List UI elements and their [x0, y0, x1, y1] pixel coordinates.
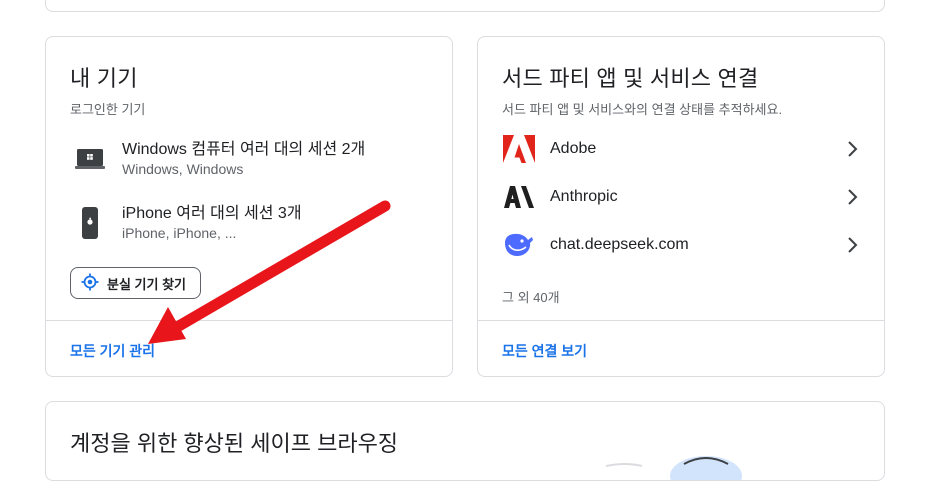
device-name: Windows 컴퓨터 여러 대의 세션 2개 [122, 141, 366, 158]
card-divider [46, 320, 452, 321]
chevron-right-icon [848, 141, 858, 157]
device-item-iphone[interactable]: iPhone 여러 대의 세션 3개 iPhone, iPhone, ... [70, 203, 430, 253]
device-item-windows[interactable]: Windows 컴퓨터 여러 대의 세션 2개 Windows, Windows [70, 139, 430, 189]
third-party-card-title: 서드 파티 앱 및 서비스 연결 [502, 66, 759, 91]
find-lost-device-label: 분실 기기 찾기 [107, 276, 186, 292]
phone-apple-icon [70, 203, 110, 243]
adobe-logo-icon [502, 132, 536, 166]
device-name: iPhone 여러 대의 세션 3개 [122, 205, 302, 222]
anthropic-logo-icon [502, 180, 536, 214]
chevron-right-icon [848, 189, 858, 205]
chevron-right-icon [848, 237, 858, 253]
card-divider [478, 320, 884, 321]
more-connections-count: 그 외 40개 [502, 290, 560, 305]
deepseek-logo-icon [502, 228, 536, 262]
service-item-deepseek[interactable]: chat.deepseek.com [502, 227, 862, 263]
service-name: Adobe [550, 140, 597, 157]
view-all-connections-link[interactable]: 모든 연결 보기 [502, 341, 587, 361]
third-party-card: 서드 파티 앱 및 서비스 연결 서드 파티 앱 및 서비스와의 연결 상태를 … [477, 36, 885, 377]
safe-browsing-card: 계정을 위한 향상된 세이프 브라우징 [45, 401, 885, 481]
device-meta: Windows, Windows [122, 161, 244, 177]
devices-card: 내 기기 로그인한 기기 Windows 컴퓨터 여러 대의 세션 2개 Win… [45, 36, 453, 377]
service-item-adobe[interactable]: Adobe [502, 131, 862, 167]
device-meta: iPhone, iPhone, ... [122, 225, 237, 241]
manage-all-devices-link[interactable]: 모든 기기 관리 [70, 341, 155, 361]
service-name: Anthropic [550, 188, 618, 205]
location-target-icon [81, 273, 99, 294]
devices-card-subtitle: 로그인한 기기 [70, 102, 146, 117]
safe-browsing-illustration [606, 456, 742, 480]
devices-card-title: 내 기기 [70, 66, 138, 91]
laptop-windows-icon [70, 139, 110, 179]
find-lost-device-button[interactable]: 분실 기기 찾기 [70, 267, 201, 299]
third-party-card-subtitle: 서드 파티 앱 및 서비스와의 연결 상태를 추적하세요. [502, 102, 783, 117]
service-name: chat.deepseek.com [550, 236, 689, 253]
safe-browsing-card-title: 계정을 위한 향상된 세이프 브라우징 [70, 431, 399, 456]
previous-card [45, 0, 885, 12]
service-item-anthropic[interactable]: Anthropic [502, 179, 862, 215]
